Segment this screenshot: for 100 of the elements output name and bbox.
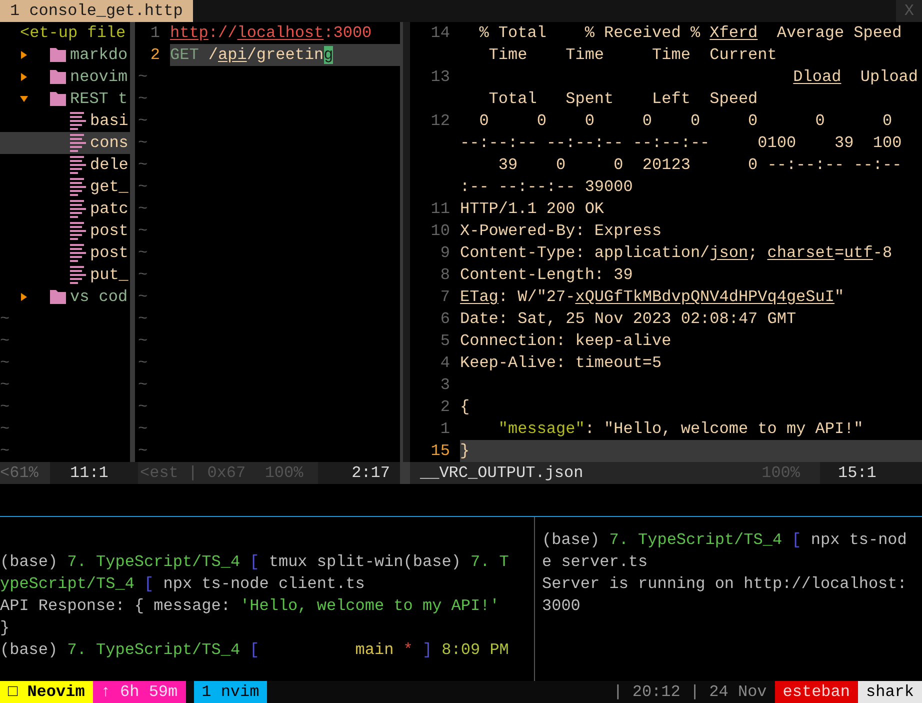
empty-line-marker: ~ [138, 353, 148, 374]
response-line: Time Time Time Current [488, 45, 778, 66]
file-lines-icon [70, 222, 86, 240]
empty-line-marker: ~ [138, 243, 148, 264]
tree-file[interactable]: cons [0, 132, 130, 154]
terminal-line: API Response: { message: 'Hello, welcome to my API!' [0, 596, 500, 617]
terminal-line: (base) 7. TypeScript/TS_4 [ npx ts-nod [542, 530, 907, 551]
line-number: 6 [439, 309, 451, 330]
code-line: http://localhost:3000 [170, 23, 373, 44]
tree-file[interactable]: get_ [0, 176, 130, 198]
file-lines-icon [70, 200, 86, 218]
folder-icon [50, 92, 66, 106]
line-number: 13 [430, 67, 451, 88]
empty-line-marker: ~ [138, 177, 148, 198]
empty-line-marker: ~ [138, 265, 148, 286]
response-line: % Total % Received % Xferd Average Speed [478, 23, 903, 44]
response-line: { [460, 397, 471, 418]
terminal-line: } [0, 618, 10, 639]
response-line: :-- --:--:-- 39000 [460, 177, 634, 198]
empty-line-marker: ~ [138, 309, 148, 330]
empty-line-marker: ~ [0, 309, 10, 330]
line-number: 7 [439, 287, 451, 308]
empty-line-marker: ~ [138, 331, 148, 352]
empty-line-marker: ~ [138, 67, 148, 88]
folder-icon [50, 48, 66, 62]
file-lines-icon [70, 112, 86, 130]
response-line: ETag: W/"27-xQUGfTkMBdvpQNV4dHPVq4geSuI" [460, 287, 846, 308]
file-name: __VRC_OUTPUT.json [410, 462, 710, 484]
status-uptime: ↑ 6h 59m [92, 681, 186, 703]
tree-file[interactable]: basi [0, 110, 130, 132]
status-window[interactable]: 1 nvim [194, 681, 268, 703]
cursor-position: 11:1 [50, 462, 138, 484]
tree-file[interactable]: put_ [0, 264, 130, 286]
empty-line-marker: ~ [138, 441, 148, 462]
empty-line-marker: ~ [0, 419, 10, 440]
line-number: 5 [439, 331, 451, 352]
terminal-line: 3000 [542, 596, 580, 617]
file-lines-icon [70, 244, 86, 262]
tree-file[interactable]: post [0, 242, 130, 264]
response-line: 0 0 0 0 0 0 0 0 [478, 111, 894, 132]
line-number: 9 [439, 243, 451, 264]
line-number: 3 [439, 375, 451, 396]
terminal-line: ypeScript/TS_4 [ npx ts-node client.ts [0, 574, 365, 595]
line-number: 2 [149, 45, 161, 66]
cursor-position: 2:17 [318, 462, 400, 484]
line-number: 14 [430, 23, 451, 44]
tree-folder[interactable]: REST t [0, 88, 130, 110]
response-line: "message": "Hello, welcome to my API!" [497, 419, 864, 440]
empty-line-marker: ~ [138, 133, 148, 154]
folder-icon [50, 290, 66, 304]
line-number: 1 [149, 23, 161, 44]
empty-line-marker: ~ [138, 375, 148, 396]
status-clock: | 20:12 | 24 Nov [612, 682, 768, 703]
response-line: Content-Length: 39 [460, 265, 634, 286]
tree-folder[interactable]: neovim [0, 66, 130, 88]
folder-icon [50, 70, 66, 84]
response-line: Total Spent Left Speed [488, 89, 759, 110]
tree-file[interactable]: patc [0, 198, 130, 220]
empty-line-marker: ~ [138, 89, 148, 110]
cursor-position: 15:1 [820, 462, 922, 484]
status-host: shark [858, 681, 922, 703]
empty-line-marker: ~ [0, 331, 10, 352]
response-line: --:--:-- --:--:-- --:--:-- 0100 39 100 [460, 133, 903, 154]
line-number: 2 [439, 397, 451, 418]
empty-line-marker: ~ [138, 287, 148, 308]
line-number: 10 [430, 221, 451, 242]
response-line: X-Powered-By: Express [460, 221, 663, 242]
tree-folder[interactable]: vs cod [0, 286, 130, 308]
empty-line-marker: ~ [138, 221, 148, 242]
file-lines-icon [70, 266, 86, 284]
file-lines-icon [70, 178, 86, 196]
response-line: Content-Type: application/json; charset=utf-8 [460, 243, 894, 264]
line-number: 15 [430, 441, 451, 462]
status-session: □ Neovim [0, 681, 93, 703]
empty-line-marker: ~ [0, 353, 10, 374]
terminal-line: e server.ts [542, 552, 648, 573]
file-lines-icon [70, 156, 86, 174]
response-line: Keep-Alive: timeout=5 [460, 353, 663, 374]
response-line: HTTP/1.1 200 OK [460, 199, 606, 220]
status-user: esteban [774, 681, 858, 703]
response-line: Connection: keep-alive [460, 331, 672, 352]
empty-line-marker: ~ [138, 419, 148, 440]
response-line: Dload Upload [792, 67, 919, 88]
empty-line-marker: ~ [138, 111, 148, 132]
line-number: 12 [430, 111, 451, 132]
scroll-percent: <61% [0, 462, 50, 484]
empty-line-marker: ~ [138, 199, 148, 220]
response-line: Date: Sat, 25 Nov 2023 02:08:47 GMT [460, 309, 798, 330]
line-number: 1 [439, 419, 451, 440]
file-lines-icon [70, 134, 86, 152]
tree-file[interactable]: post [0, 220, 130, 242]
empty-line-marker: ~ [0, 375, 10, 396]
empty-line-marker: ~ [0, 441, 10, 462]
empty-line-marker: ~ [0, 397, 10, 418]
tree-folder[interactable]: markdo [0, 44, 130, 66]
terminal-line: (base) 7. TypeScript/TS_4 [ tmux split-win(base) 7. T [0, 552, 509, 573]
buffer-tab[interactable]: 1 console_get.http [0, 0, 193, 22]
line-number: 11 [430, 199, 451, 220]
tree-file[interactable]: dele [0, 154, 130, 176]
terminal-line: Server is running on http://localhost: [542, 574, 907, 595]
